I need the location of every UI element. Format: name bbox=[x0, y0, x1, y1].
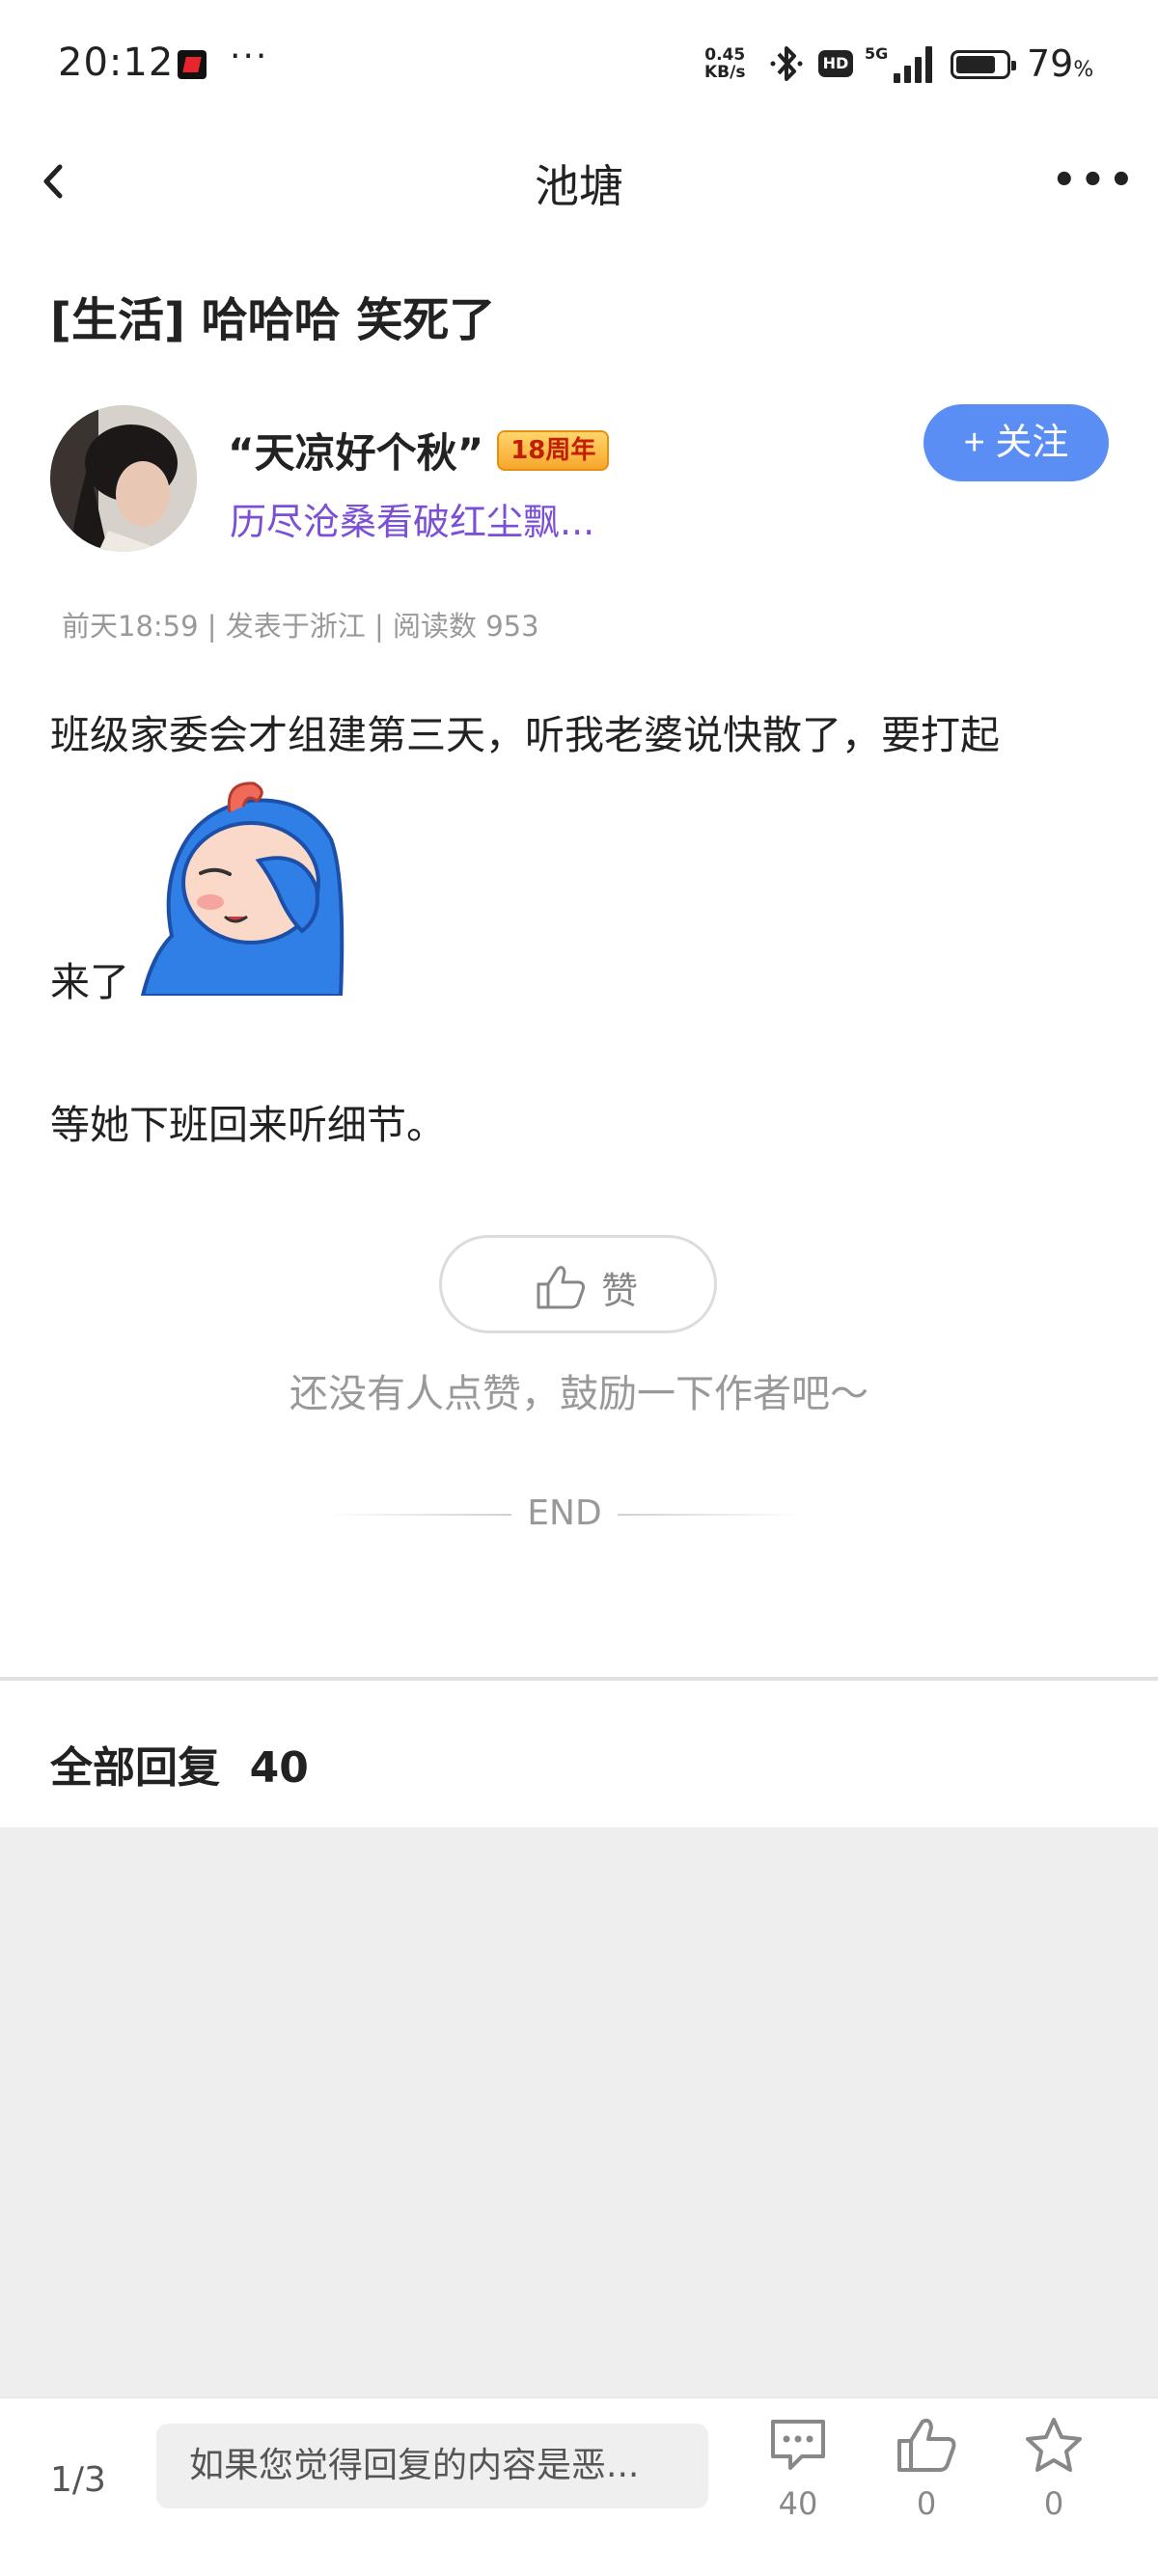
like-button[interactable]: 赞 bbox=[439, 1235, 717, 1333]
like-label: 赞 bbox=[601, 1270, 639, 1312]
post-meta: 前天18:59 | 发表于浙江 | 阅读数 953 bbox=[62, 610, 539, 643]
bottom-toolbar: 1/3 如果您觉得回复的内容是恶... 40 0 0 bbox=[0, 2397, 1158, 2576]
like-hint: 还没有人点赞，鼓励一下作者吧～ bbox=[290, 1372, 868, 1416]
network-speed-value: 0.45 bbox=[704, 45, 746, 65]
favorite-count: 0 bbox=[1043, 2485, 1064, 2522]
sticker-emoji bbox=[140, 781, 345, 996]
author-signature: 历尽沧桑看破红尘飘... bbox=[230, 501, 595, 543]
replies-header: 全部回复 40 bbox=[0, 1694, 1158, 1827]
post-body-line: 班级家委会才组建第三天，听我老婆说快散了，要打起 bbox=[50, 712, 1000, 758]
hd-voice-icon: HD bbox=[818, 50, 853, 77]
anniversary-badge: 18周年 bbox=[497, 429, 610, 471]
end-marker: END bbox=[328, 1494, 801, 1536]
reply-input[interactable]: 如果您觉得回复的内容是恶... bbox=[156, 2424, 708, 2508]
network-type: 5G bbox=[865, 44, 889, 63]
end-divider-right bbox=[618, 1514, 801, 1516]
post-title: [生活] 哈哈哈 笑死了 bbox=[50, 293, 496, 347]
network-speed-unit: KB/s bbox=[704, 63, 746, 82]
battery-icon bbox=[951, 50, 1016, 79]
more-menu-icon[interactable]: ••• bbox=[1052, 159, 1134, 202]
like-post-button[interactable]: 0 bbox=[883, 2416, 970, 2522]
replies-title: 全部回复 40 bbox=[50, 1743, 309, 1793]
status-time: 20:12 bbox=[58, 41, 175, 85]
network-speed: 0.45 KB/s bbox=[704, 46, 745, 81]
comment-icon bbox=[771, 2420, 825, 2470]
nav-bar: 池塘 ••• bbox=[0, 130, 1158, 232]
star-icon bbox=[1026, 2418, 1082, 2472]
post-body-line: 等她下班回来听细节。 bbox=[50, 1102, 446, 1148]
page-indicator[interactable]: 1/3 bbox=[50, 2460, 106, 2500]
author-name[interactable]: “天凉好个秋” bbox=[228, 421, 483, 480]
bluetooth-icon bbox=[770, 46, 803, 81]
comment-button[interactable]: 40 bbox=[755, 2416, 841, 2522]
battery-percent: 79% bbox=[1027, 42, 1094, 85]
avatar-image bbox=[50, 405, 197, 552]
thumbs-up-icon bbox=[537, 1266, 585, 1309]
post-body-line: 来了 bbox=[50, 959, 129, 1005]
author-name-row: “天凉好个秋” 18周年 bbox=[228, 421, 610, 480]
more-notifications-icon: ··· bbox=[230, 37, 269, 76]
follow-button[interactable]: + 关注 bbox=[924, 404, 1109, 481]
page-title: 池塘 bbox=[535, 160, 623, 212]
signal-icon: 5G bbox=[865, 42, 936, 83]
thumbs-up-icon bbox=[897, 2418, 956, 2472]
comment-count: 40 bbox=[778, 2485, 818, 2522]
avatar[interactable] bbox=[50, 405, 197, 552]
app-notification-icon bbox=[178, 50, 207, 79]
battery-level bbox=[956, 56, 995, 73]
like-count: 0 bbox=[916, 2485, 937, 2522]
section-divider bbox=[0, 1677, 1158, 1681]
status-bar: 20:12 ··· 0.45 KB/s HD 5G 79% bbox=[0, 0, 1158, 130]
replies-count: 40 bbox=[249, 1743, 309, 1793]
favorite-button[interactable]: 0 bbox=[1010, 2416, 1097, 2522]
replies-list bbox=[0, 1827, 1158, 2397]
